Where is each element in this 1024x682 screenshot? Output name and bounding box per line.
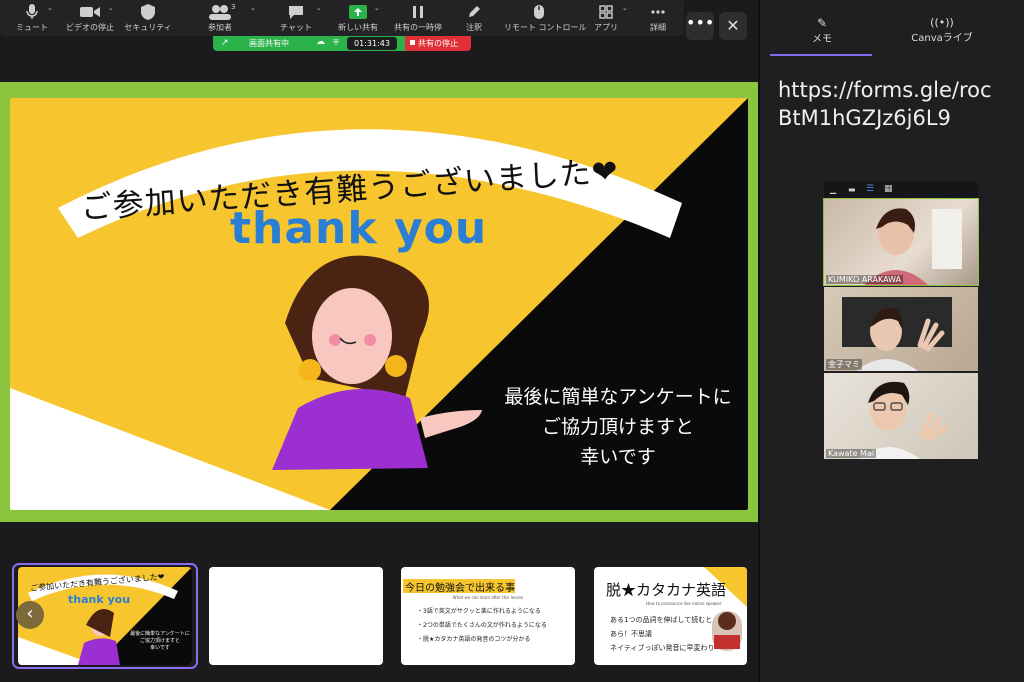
security-button[interactable]: セキュリティ <box>118 2 178 36</box>
prev-slide-button[interactable]: ‹ <box>16 601 44 629</box>
participant-video <box>858 381 949 459</box>
participant-tile[interactable]: 金子マミ <box>824 287 978 371</box>
memo-url-text[interactable]: https://forms.gle/roc BtM1hGZJz6j6L9 <box>778 76 992 132</box>
pause-share-button[interactable]: 共有の一時停 <box>388 2 448 36</box>
thumb-message: 最後に簡単なアンケートに ご協力頂けますと 幸いです <box>128 631 192 652</box>
sharing-status-bar: ↗ 画面共有中 ☁ ⛨ 01:31:43 共有の停止 <box>213 36 471 51</box>
cloud-icon: ☁ <box>316 37 325 47</box>
thumb-bullet: ・脱★カタカナ英語の発音のコツが分かる <box>417 636 531 643</box>
broadcast-icon: ((•)) <box>930 16 954 29</box>
participant-name: Kawate Mai <box>826 449 877 458</box>
close-button[interactable]: ✕ <box>719 12 747 40</box>
more-options-button[interactable]: ••• <box>686 12 714 40</box>
slide-message: 最後に簡単なアンケートに ご協力頂けますと 幸いです <box>488 382 748 472</box>
share-timer: 01:31:43 <box>347 37 397 50</box>
thumb-bullets: ・3語で英文がサクッと楽に作れるようになる ・2つの単語でたくさんの文が作れるよ… <box>417 605 547 647</box>
details-button[interactable]: 詳細 <box>628 2 688 36</box>
single-view-icon[interactable]: ▬ <box>848 185 856 194</box>
pause-icon <box>388 4 448 22</box>
mic-icon <box>2 4 62 22</box>
participant-count: 3 <box>231 3 236 11</box>
chevron-down-icon[interactable]: ⌄ <box>374 4 380 12</box>
chevron-down-icon[interactable]: ⌄ <box>47 4 53 12</box>
strip-view-icon[interactable]: ☰ <box>866 184 874 194</box>
stop-icon <box>410 40 415 45</box>
remote-control-label: リモート コントロール <box>504 23 587 32</box>
pen-icon <box>444 4 504 22</box>
memo-icon: ✎ <box>816 16 828 30</box>
slide-message-line: ご協力頂けますと <box>541 416 694 438</box>
mouse-icon <box>504 4 574 22</box>
stop-share-label: 共有の停止 <box>418 39 458 48</box>
thumb-line: ネイティブっぽい発音に早変わり <box>610 644 715 652</box>
apps-label: アプリ <box>594 23 618 32</box>
participant-tile[interactable]: Kawate Mai <box>824 373 978 459</box>
security-label: セキュリティ <box>124 23 172 32</box>
annotate-button[interactable]: 注釈 <box>444 2 504 36</box>
chevron-down-icon[interactable]: ⌄ <box>108 4 114 12</box>
active-tab-underline <box>770 54 872 56</box>
mute-label: ミュート <box>16 23 48 32</box>
slide-thumbnail-4[interactable]: 脱★カタカナ英語 How to pronounce like native sp… <box>594 567 747 665</box>
shield-icon <box>118 4 178 22</box>
annotate-label: 注釈 <box>466 23 482 32</box>
participant-name: KUMIKO ARAKAWA <box>826 275 904 284</box>
thumb-title: 今日の勉強会で出来る事 <box>405 583 515 594</box>
thumb-line: あら！不思議 <box>610 630 652 638</box>
stop-share-button[interactable]: 共有の停止 <box>405 36 471 51</box>
tab-canva-live[interactable]: ((•)) Canvaライブ <box>902 16 982 44</box>
participants-label: 参加者 <box>208 23 232 32</box>
thumb-line: ある1つの品詞を伸ばして読むと <box>610 616 713 624</box>
slide-thumbnail-3[interactable]: 今日の勉強会で出来る事 What we can learn after this… <box>401 567 575 665</box>
slide-thumbnail-1[interactable]: ご参加いただき有難うございました❤ thank you 最後に簡単なアンケートに… <box>18 567 192 665</box>
sharing-arrow-icon: ↗ <box>221 38 229 48</box>
slide-thanks-text: thank you <box>230 203 488 254</box>
minimize-icon[interactable]: ▁ <box>830 185 836 194</box>
thumb-bullet: ・2つの単語でたくさんの文が作れるようになる <box>417 622 547 629</box>
tab-memo[interactable]: ✎ メモ <box>800 16 844 45</box>
stop-video-label: ビデオの停止 <box>66 23 114 32</box>
thumb-bullet: ・3語で英文がサクッと楽に作れるようになる <box>417 608 541 615</box>
slide-message-line: 最後に簡単なアンケートに <box>504 386 732 408</box>
current-slide: ご参加いただき有難うございました❤ thank you 最後に簡単なアンケートに… <box>10 98 748 510</box>
new-share-label: 新しい共有 <box>338 23 378 32</box>
thumb-thanks-text: thank you <box>68 593 131 606</box>
chevron-down-icon[interactable]: ⌄ <box>622 4 628 12</box>
participants-icon <box>190 4 250 22</box>
meeting-toolbar: ミュート ⌄ ビデオの停止 ⌄ セキュリティ 参加者 3 ⌄ チャット ⌄ 新し… <box>0 0 684 36</box>
thumb-lines: ある1つの品詞を伸ばして読むと あら！不思議 ネイティブっぽい発音に早変わり <box>610 613 714 655</box>
gallery-view-bar: ▁ ▬ ☰ ▦ <box>824 182 978 198</box>
remote-control-button[interactable]: リモート コントロール <box>504 2 587 36</box>
pause-share-label: 共有の一時停 <box>394 23 442 32</box>
chat-label: チャット <box>280 23 312 32</box>
mute-button[interactable]: ミュート <box>2 2 62 36</box>
chevron-down-icon[interactable]: ⌄ <box>316 4 322 12</box>
tab-canva-live-label: Canvaライブ <box>911 33 973 44</box>
thumb-subtitle: How to pronounce like native speaker <box>646 601 722 606</box>
thumb-line: 最後に簡単なアンケートに <box>130 631 190 637</box>
slide-thumbnail-2[interactable] <box>209 567 383 665</box>
participant-name: 金子マミ <box>826 359 862 370</box>
thumb-title: 脱★カタカナ英語 <box>606 581 727 599</box>
tab-memo-label: メモ <box>812 34 832 45</box>
shield-check-icon: ⛨ <box>333 38 339 47</box>
url-line: BtM1hGZJz6j6L9 <box>778 106 951 130</box>
more-icon <box>628 4 688 22</box>
chevron-down-icon[interactable]: ⌄ <box>250 4 256 12</box>
thumb-subtitle: What we can learn after this lesson <box>452 595 524 600</box>
grid-view-icon[interactable]: ▦ <box>884 184 893 194</box>
participant-tile[interactable]: KUMIKO ARAKAWA <box>823 198 979 286</box>
url-line: https://forms.gle/roc <box>778 78 992 102</box>
thumb-line: 幸いです <box>150 645 170 651</box>
sharing-indicator: ↗ 画面共有中 ☁ ⛨ 01:31:43 <box>213 36 405 51</box>
participants-button[interactable]: 参加者 <box>190 2 250 36</box>
details-label: 詳細 <box>650 23 666 32</box>
participant-video <box>864 208 962 285</box>
slide-message-line: 幸いです <box>580 446 656 468</box>
thumb-line: ご協力頂けますと <box>139 638 180 644</box>
sharing-status-text: 画面共有中 <box>249 39 289 48</box>
